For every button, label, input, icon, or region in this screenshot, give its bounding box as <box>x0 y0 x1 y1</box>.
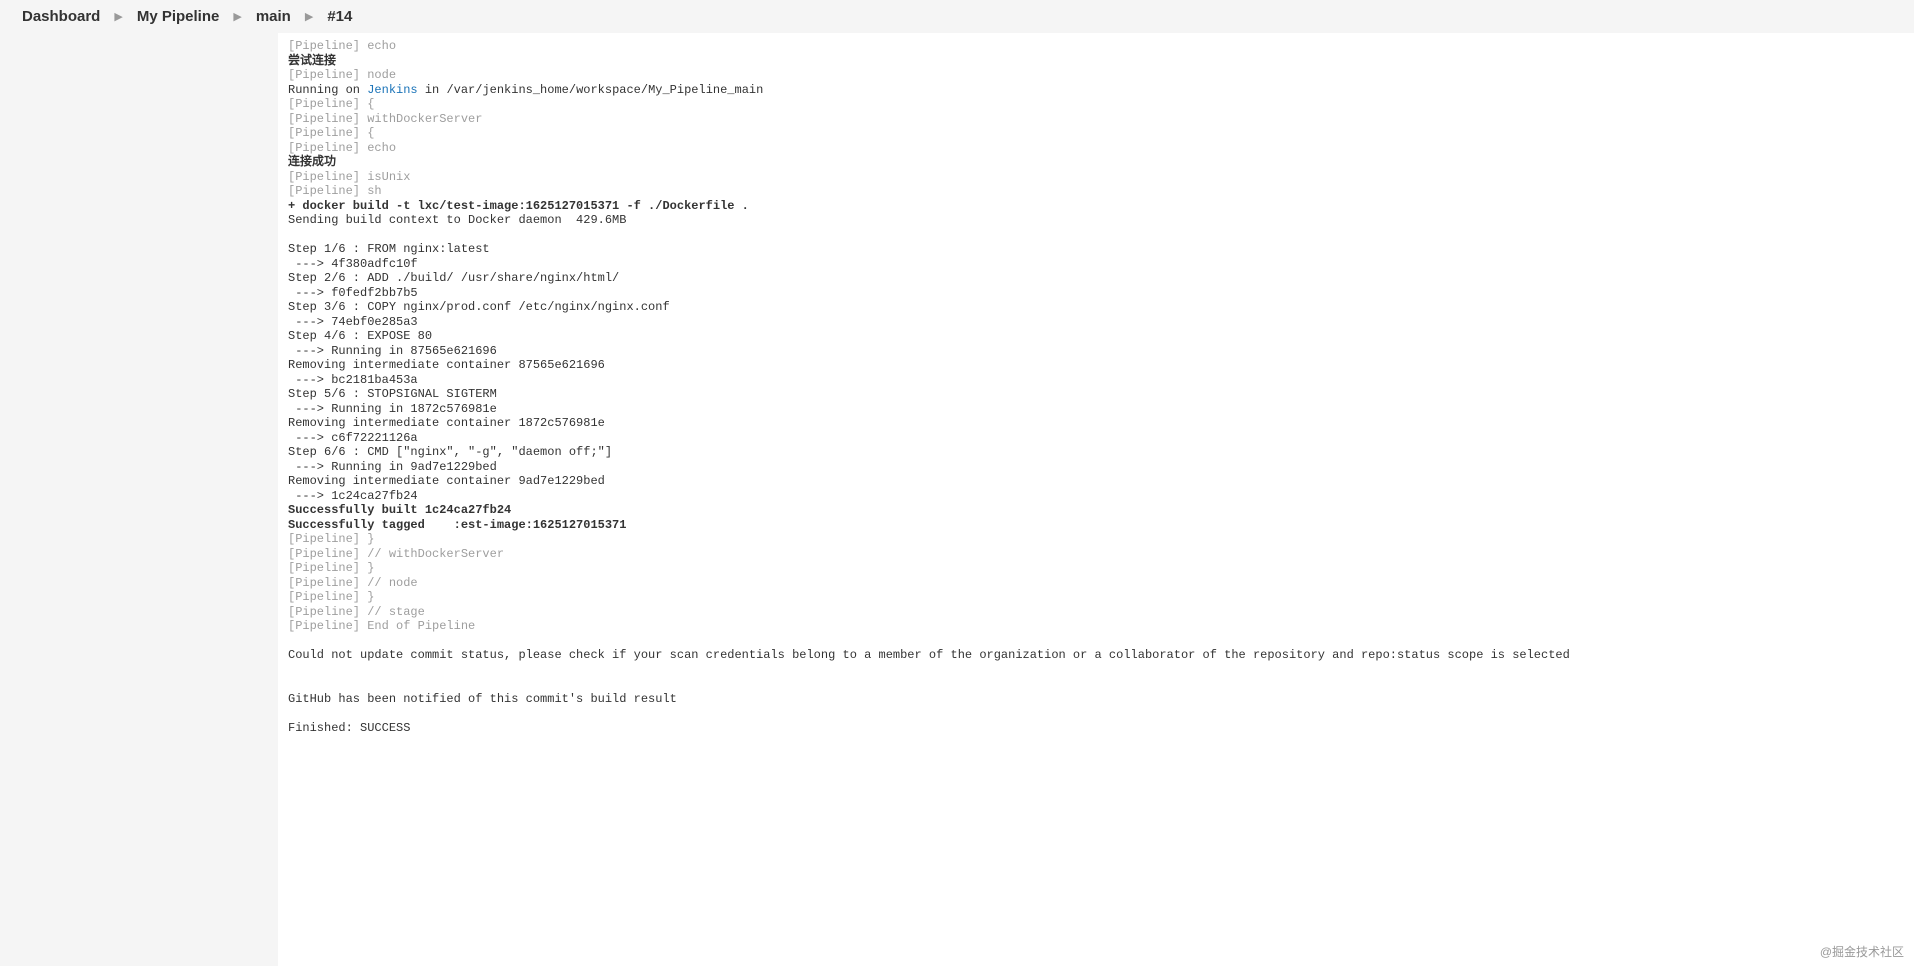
console-line: GitHub has been notified of this commit'… <box>288 692 1904 707</box>
console-line <box>288 677 1904 692</box>
console-line: [Pipeline] // withDockerServer <box>288 547 1904 562</box>
watermark: @掘金技术社区 <box>1820 943 1904 960</box>
console-line: [Pipeline] isUnix <box>288 170 1904 185</box>
console-line <box>288 663 1904 678</box>
console-line: [Pipeline] echo <box>288 141 1904 156</box>
console-line: [Pipeline] sh <box>288 184 1904 199</box>
console-line: Could not update commit status, please c… <box>288 648 1904 663</box>
console-line: [Pipeline] { <box>288 126 1904 141</box>
console-line: Successfully built 1c24ca27fb24 <box>288 503 1904 518</box>
breadcrumb: Dashboard ▶ My Pipeline ▶ main ▶ #14 <box>0 0 1914 33</box>
console-line: Step 1/6 : FROM nginx:latest <box>288 242 1904 257</box>
console-line: 连接成功 <box>288 155 1904 170</box>
console-line: ---> 1c24ca27fb24 <box>288 489 1904 504</box>
breadcrumb-item-dashboard[interactable]: Dashboard <box>22 8 100 25</box>
console-line: ---> Running in 1872c576981e <box>288 402 1904 417</box>
console-line: + docker build -t lxc/test-image:1625127… <box>288 199 1904 214</box>
console-line: [Pipeline] { <box>288 97 1904 112</box>
console-panel: [Pipeline] echo尝试连接[Pipeline] nodeRunnin… <box>278 33 1914 966</box>
console-line: [Pipeline] } <box>288 532 1904 547</box>
console-line: Removing intermediate container 9ad7e122… <box>288 474 1904 489</box>
console-line: [Pipeline] } <box>288 561 1904 576</box>
console-line: ---> 74ebf0e285a3 <box>288 315 1904 330</box>
console-line: [Pipeline] End of Pipeline <box>288 619 1904 634</box>
console-line: ---> 4f380adfc10f <box>288 257 1904 272</box>
console-line: ---> c6f72221126a <box>288 431 1904 446</box>
console-line: Removing intermediate container 87565e62… <box>288 358 1904 373</box>
console-line: [Pipeline] } <box>288 590 1904 605</box>
console-output: [Pipeline] echo尝试连接[Pipeline] nodeRunnin… <box>288 39 1904 735</box>
console-line: Finished: SUCCESS <box>288 721 1904 736</box>
console-line: Successfully tagged :est-image:162512701… <box>288 518 1904 533</box>
console-line: Running on Jenkins in /var/jenkins_home/… <box>288 83 1904 98</box>
console-line: [Pipeline] withDockerServer <box>288 112 1904 127</box>
console-line <box>288 706 1904 721</box>
console-line: [Pipeline] // node <box>288 576 1904 591</box>
console-line: Step 5/6 : STOPSIGNAL SIGTERM <box>288 387 1904 402</box>
console-line: [Pipeline] node <box>288 68 1904 83</box>
console-line: Step 4/6 : EXPOSE 80 <box>288 329 1904 344</box>
breadcrumb-item-branch[interactable]: main <box>256 8 291 25</box>
console-line: Step 3/6 : COPY nginx/prod.conf /etc/ngi… <box>288 300 1904 315</box>
console-line: Step 6/6 : CMD ["nginx", "-g", "daemon o… <box>288 445 1904 460</box>
console-line: ---> Running in 9ad7e1229bed <box>288 460 1904 475</box>
breadcrumb-item-build[interactable]: #14 <box>327 8 352 25</box>
console-line: Sending build context to Docker daemon 4… <box>288 213 1904 228</box>
chevron-right-icon: ▶ <box>305 10 313 23</box>
chevron-right-icon: ▶ <box>233 10 241 23</box>
console-line: ---> bc2181ba453a <box>288 373 1904 388</box>
console-line <box>288 634 1904 649</box>
console-line: ---> Running in 87565e621696 <box>288 344 1904 359</box>
console-line <box>288 228 1904 243</box>
breadcrumb-item-pipeline[interactable]: My Pipeline <box>137 8 220 25</box>
node-link[interactable]: Jenkins <box>367 83 417 97</box>
chevron-right-icon: ▶ <box>114 10 122 23</box>
console-line: Step 2/6 : ADD ./build/ /usr/share/nginx… <box>288 271 1904 286</box>
console-line: [Pipeline] // stage <box>288 605 1904 620</box>
console-line: ---> f0fedf2bb7b5 <box>288 286 1904 301</box>
console-line: Removing intermediate container 1872c576… <box>288 416 1904 431</box>
console-line: 尝试连接 <box>288 54 1904 69</box>
console-line: [Pipeline] echo <box>288 39 1904 54</box>
